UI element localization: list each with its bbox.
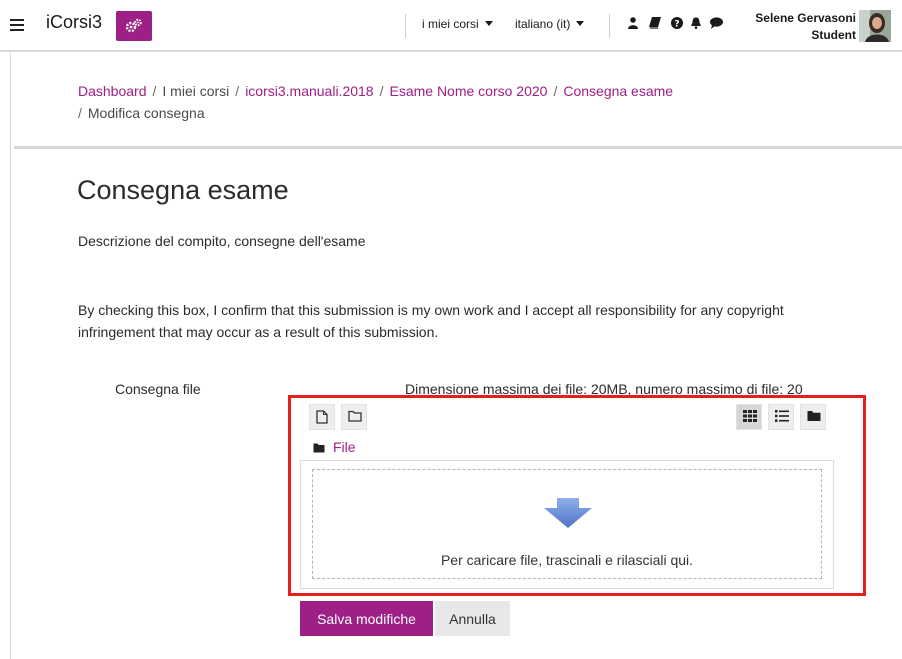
breadcrumb-dashboard[interactable]: Dashboard [78, 83, 147, 99]
add-file-button[interactable] [309, 404, 335, 430]
grid-icon [743, 410, 757, 422]
chat-icon[interactable] [710, 17, 723, 29]
user-name: Selene Gervasoni [755, 11, 856, 25]
breadcrumb-current: Modifica consegna [87, 105, 205, 121]
hamburger-menu-icon[interactable] [10, 18, 24, 32]
create-folder-button[interactable] [341, 404, 367, 430]
drop-zone-text: Per caricare file, trascinali e rilascia… [440, 552, 694, 568]
question-icon[interactable]: ? [671, 17, 683, 29]
admin-gears-button[interactable] [116, 11, 152, 41]
page-title: Consegna esame [77, 175, 289, 205]
language-menu[interactable]: italiano (it) [515, 17, 585, 31]
breadcrumb-assignment[interactable]: Consegna esame [563, 83, 673, 99]
breadcrumb-separator: / [553, 83, 558, 99]
left-border [10, 53, 11, 659]
breadcrumb-separator: / [78, 105, 82, 121]
user-role: Student [811, 28, 856, 42]
chevron-down-icon [576, 21, 585, 26]
gears-icon [125, 18, 142, 33]
view-icons-button[interactable] [736, 404, 762, 430]
user-photo [859, 10, 891, 42]
upload-arrow-icon [544, 498, 592, 528]
breadcrumb-separator: / [379, 83, 384, 99]
cancel-button[interactable]: Annulla [435, 601, 510, 636]
folder-outline-icon [348, 410, 362, 422]
my-courses-label: i miei corsi [422, 17, 479, 31]
svg-text:?: ? [674, 20, 679, 30]
chevron-down-icon [484, 21, 493, 26]
save-changes-button[interactable]: Salva modifiche [300, 601, 433, 636]
folder-icon [807, 411, 821, 421]
bell-icon[interactable] [690, 17, 702, 29]
top-navbar: iCorsi3 i miei corsi italiano (it) ? Sel… [0, 0, 902, 52]
navbar-separator [609, 14, 610, 38]
book-icon[interactable] [649, 17, 661, 29]
breadcrumb-my-courses: I miei corsi [162, 83, 230, 99]
navbar-separator [405, 14, 406, 38]
breadcrumb-category[interactable]: icorsi3.manuali.2018 [245, 83, 373, 99]
assignment-description: Descrizione del compito, consegne dell'e… [78, 233, 366, 249]
submission-statement: By checking this box, I confirm that thi… [78, 302, 784, 340]
my-courses-menu[interactable]: i miei corsi [422, 17, 493, 31]
list-icon [775, 410, 789, 422]
language-label: italiano (it) [515, 17, 571, 31]
view-list-button[interactable] [768, 404, 794, 430]
breadcrumb: Dashboard / I miei corsi / icorsi3.manuali.2… [78, 80, 858, 124]
view-tree-button[interactable] [800, 404, 826, 430]
breadcrumb-separator: / [152, 83, 157, 99]
avatar[interactable] [859, 10, 891, 42]
breadcrumb-course[interactable]: Esame Nome corso 2020 [389, 83, 547, 99]
file-submission-label: Consegna file [115, 381, 201, 397]
user-menu[interactable]: Selene Gervasoni Student [730, 10, 856, 44]
filepicker-path: File [313, 439, 356, 455]
header-divider [14, 146, 902, 149]
folder-icon [313, 443, 325, 453]
filepicker-folder-link[interactable]: File [333, 439, 356, 455]
file-icon [316, 410, 328, 424]
breadcrumb-separator: / [235, 83, 240, 99]
user-icon[interactable] [628, 17, 638, 29]
site-brand[interactable]: iCorsi3 [46, 12, 102, 33]
